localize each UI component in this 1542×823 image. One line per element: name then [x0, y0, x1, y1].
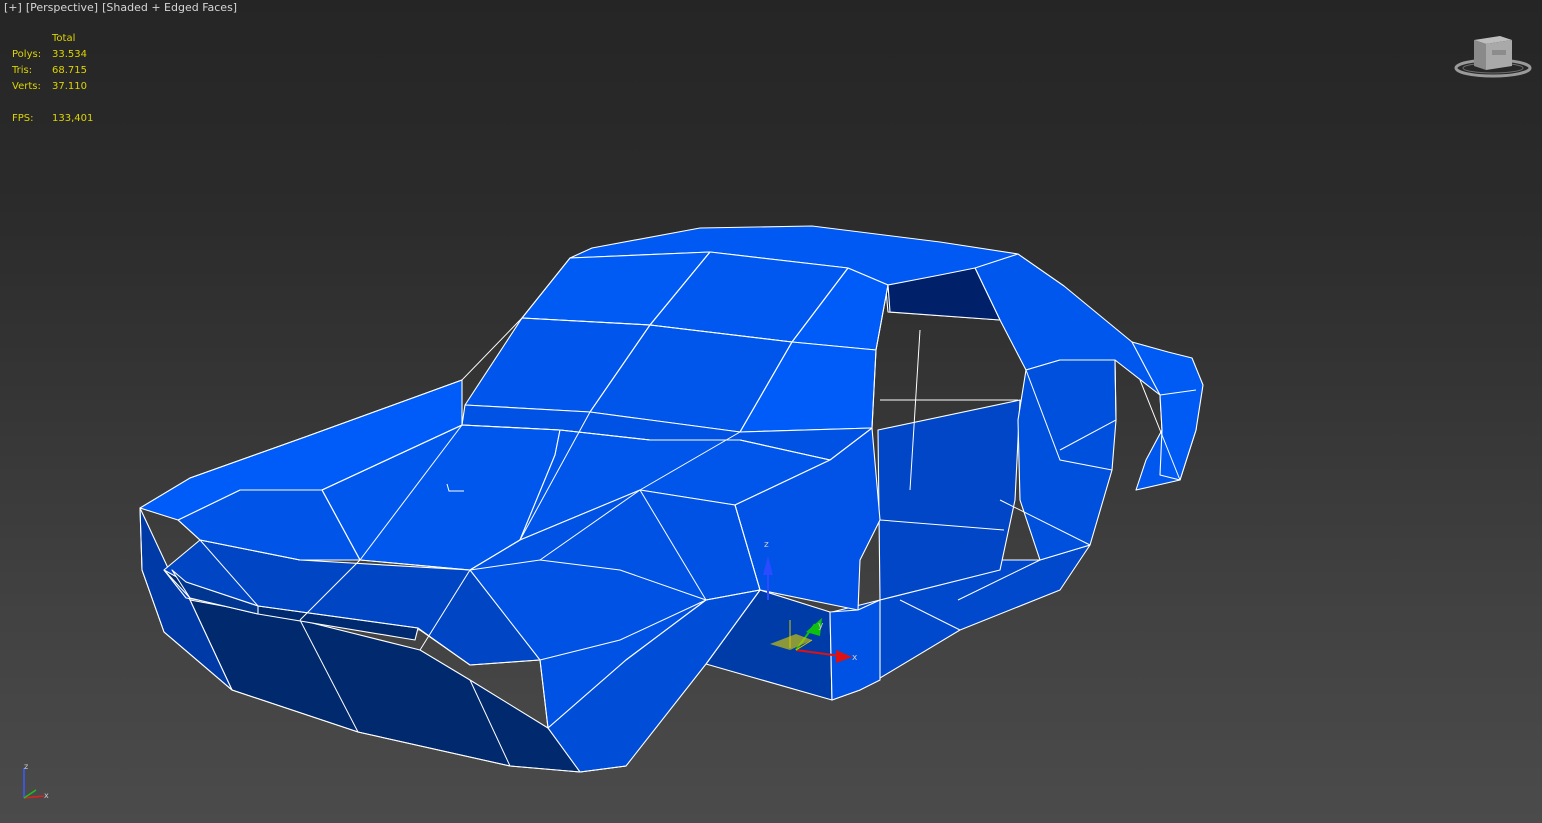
world-axis-icon: z x: [23, 762, 49, 800]
gizmo-x-label: x: [852, 653, 858, 663]
corner-x-label: x: [44, 791, 49, 800]
corner-z-label: z: [24, 762, 28, 771]
car-mesh[interactable]: [139, 225, 1204, 773]
gizmo-y-label: y: [818, 621, 824, 631]
viewport-scene[interactable]: z x y: [0, 0, 1542, 823]
gizmo-z-label: z: [764, 540, 769, 550]
